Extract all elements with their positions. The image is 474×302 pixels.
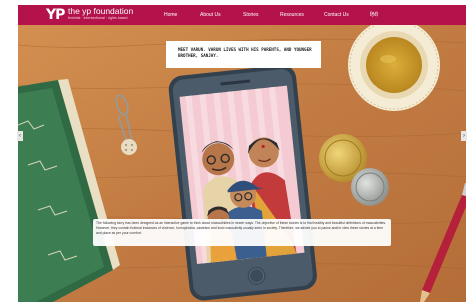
brand-tagline: feminist · intersectional · rights based [68, 16, 128, 20]
story-description-box: The following story has been designed as… [93, 219, 391, 246]
carousel-next-button[interactable]: › [461, 131, 467, 141]
story-caption-box: MEET VARUN. VARUN LIVES WITH HIS PARENTS… [166, 41, 321, 68]
story-caption-text: MEET VARUN. VARUN LIVES WITH HIS PARENTS… [178, 47, 312, 58]
shirt-button [121, 139, 137, 155]
top-navbar: YP the yp foundation feminist · intersec… [18, 5, 466, 25]
nav-about-us[interactable]: About Us [200, 12, 221, 18]
nav-stories[interactable]: Stories [243, 12, 259, 18]
nav-home[interactable]: Home [164, 12, 177, 18]
nav-contact-us[interactable]: Contact Us [324, 12, 349, 18]
carousel-prev-button[interactable]: ‹ [17, 131, 23, 141]
yp-logo-mark: YP [46, 7, 65, 23]
brand-name: the yp foundation [68, 6, 134, 16]
nav-hindi[interactable]: हिंदी [370, 12, 378, 18]
story-description-text: The following story has been designed as… [96, 221, 386, 235]
phone [168, 65, 317, 301]
nav-resources[interactable]: Resources [280, 12, 304, 18]
page: YP the yp foundation feminist · intersec… [0, 0, 474, 302]
